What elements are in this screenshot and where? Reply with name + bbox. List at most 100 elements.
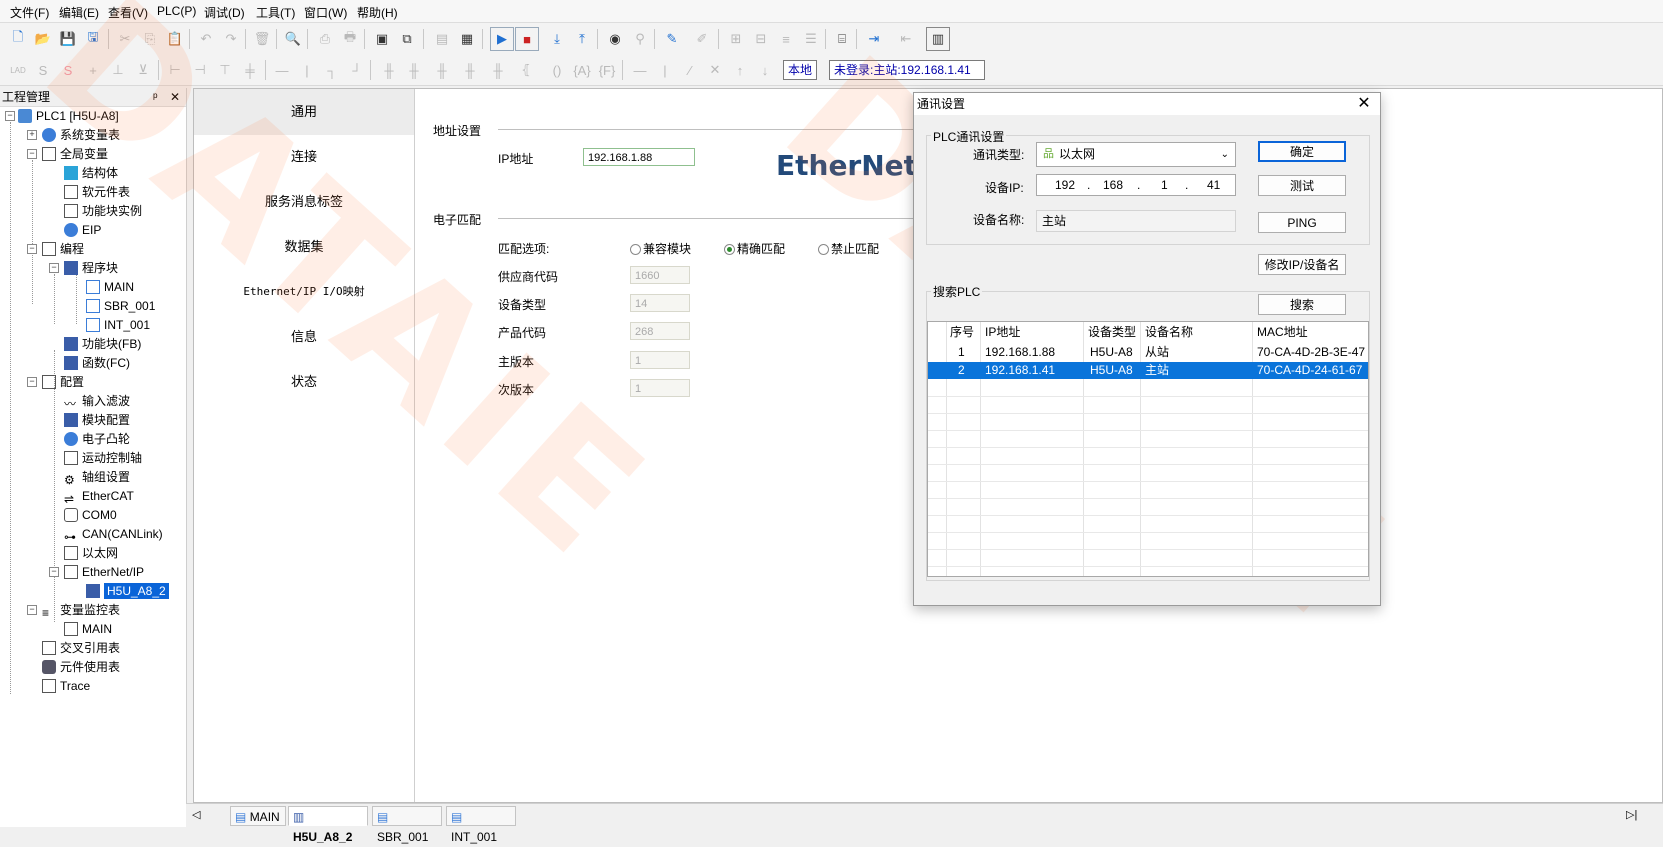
print-preview-icon[interactable]: ⎙	[313, 27, 337, 51]
tree-crossref[interactable]: 交叉引用表	[42, 639, 120, 658]
logout-icon[interactable]: ⇤	[894, 27, 918, 51]
search-button[interactable]: 搜索	[1258, 294, 1346, 315]
coil2-icon[interactable]: ()	[545, 58, 569, 82]
devtype-input[interactable]: 14	[630, 294, 690, 312]
menu-edit[interactable]: 编辑(E)	[59, 4, 99, 21]
compile-all-icon[interactable]: ▦	[455, 27, 479, 51]
coil-icon[interactable]: ⦃	[514, 58, 538, 82]
down-icon[interactable]: ↓	[753, 58, 777, 82]
stop-icon[interactable]: ■	[515, 27, 539, 51]
delete-cross-icon[interactable]: ✕	[703, 58, 727, 82]
tab-h5u[interactable]: ▥ H5U_A8_2	[288, 806, 368, 844]
radio-exact[interactable]: 精确匹配	[724, 240, 785, 257]
col-device-name[interactable]: 设备名称	[1145, 322, 1193, 343]
window-switch-icon[interactable]: ⧉	[395, 27, 419, 51]
nav-dataset[interactable]: 数据集	[194, 224, 414, 270]
print-icon[interactable]: 🖶	[338, 27, 362, 51]
expand-progblock[interactable]: −	[49, 263, 59, 273]
tree-fbinst[interactable]: 功能块实例	[64, 202, 142, 221]
open-icon[interactable]: 📂	[31, 27, 55, 51]
test-icon[interactable]: ⌸	[830, 27, 854, 51]
comm-type-select[interactable]: 品 以太网 ⌄	[1036, 142, 1236, 167]
monitor-icon[interactable]: ◉	[603, 27, 627, 51]
contact-p-icon[interactable]: ╫	[430, 58, 454, 82]
func-icon[interactable]: {A}	[570, 58, 594, 82]
tree-sysvar[interactable]: 系统变量表	[42, 126, 120, 145]
tree-varmon-main[interactable]: MAIN	[64, 620, 112, 639]
force-icon[interactable]: ⚲	[628, 27, 652, 51]
vline-icon[interactable]: |	[295, 58, 319, 82]
tab-scroll-left-icon[interactable]: ◁	[192, 808, 200, 821]
col-index[interactable]: 序号	[950, 322, 974, 343]
col-ip[interactable]: IP地址	[985, 322, 1020, 343]
tree-progblock[interactable]: 程序块	[64, 259, 118, 278]
search-icon[interactable]: 🔍	[281, 27, 305, 51]
tree-input-filter[interactable]: 〰输入滤波	[64, 392, 130, 411]
tree-h5u[interactable]: H5U_A8_2	[86, 582, 169, 601]
hline-icon[interactable]: —	[270, 58, 294, 82]
tree-elemuse[interactable]: 元件使用表	[42, 658, 120, 677]
tab-scroll-right-icon[interactable]: ▷|	[1626, 808, 1637, 821]
contact-nc-icon[interactable]: ╫	[402, 58, 426, 82]
tree-main[interactable]: MAIN	[86, 278, 134, 297]
vline2-icon[interactable]: |	[653, 58, 677, 82]
ladder-tool4-icon[interactable]: ☰	[799, 27, 823, 51]
radio-compatible[interactable]: 兼容模块	[630, 240, 691, 257]
tree-ecam[interactable]: 电子凸轮	[64, 430, 130, 449]
tree-fb[interactable]: 功能块(FB)	[64, 335, 141, 354]
expand-plc[interactable]: −	[5, 111, 15, 121]
tree-config[interactable]: 配置	[42, 373, 84, 392]
contact-inv-icon[interactable]: ╫	[486, 58, 510, 82]
tree-eip[interactable]: EIP	[64, 221, 101, 240]
col-mac[interactable]: MAC地址	[1257, 322, 1308, 343]
ok-button[interactable]: 确定	[1258, 141, 1346, 162]
local-indicator[interactable]: 本地	[783, 60, 818, 80]
tree-ethercat[interactable]: ⇌ EtherCAT	[64, 487, 134, 506]
nav-general[interactable]: 通用	[194, 89, 414, 135]
branch2-icon[interactable]: ⊣	[188, 58, 212, 82]
sfc-icon[interactable]: S	[56, 58, 80, 82]
corner2-icon[interactable]: ┘	[345, 58, 369, 82]
tree-globalvar[interactable]: 全局变量	[42, 145, 108, 164]
expand-sysvar[interactable]: +	[27, 130, 37, 140]
il-icon[interactable]: S	[31, 58, 55, 82]
menu-file[interactable]: 文件(F)	[10, 4, 49, 21]
menu-plc[interactable]: PLC(P)	[157, 4, 196, 18]
download-icon[interactable]: ⤓	[545, 27, 569, 51]
corner1-icon[interactable]: ┐	[320, 58, 344, 82]
nav-status[interactable]: 状态	[194, 359, 414, 405]
tree-struct[interactable]: 结构体	[64, 164, 118, 183]
ladder-tool1-icon[interactable]: ⊞	[724, 27, 748, 51]
expand-program[interactable]: −	[27, 244, 37, 254]
ladder-tool3-icon[interactable]: ≡	[774, 27, 798, 51]
minor-input[interactable]: 1	[630, 379, 690, 397]
upload-icon[interactable]: ⤒	[570, 27, 594, 51]
tree-softelem[interactable]: 软元件表	[64, 183, 130, 202]
device-ip-input[interactable]: 192 . 168 . 1 . 41	[1036, 174, 1236, 196]
cross-icon[interactable]: +	[81, 58, 105, 82]
tree-varmon[interactable]: ≡ 变量监控表	[42, 601, 120, 620]
login-icon[interactable]: ⇥	[862, 27, 886, 51]
down-arrow2-icon[interactable]: ⊻	[131, 58, 155, 82]
undo-icon[interactable]: ↶	[194, 27, 218, 51]
compile-icon[interactable]: ▤	[430, 27, 454, 51]
branch3-icon[interactable]: ⊤	[213, 58, 237, 82]
nav-service-tags[interactable]: 服务消息标签	[194, 179, 414, 225]
tab-main[interactable]: ▤ MAIN	[230, 806, 286, 826]
device-name-input[interactable]: 主站	[1036, 210, 1236, 232]
nav-io-mapping[interactable]: Ethernet/IP I/O映射	[194, 269, 414, 315]
run-icon[interactable]: ▶	[490, 27, 514, 51]
nav-connection[interactable]: 连接	[194, 134, 414, 180]
table-row[interactable]: 1 192.168.1.88 H5U-A8 从站 70-CA-4D-2B-3E-…	[928, 344, 1368, 361]
contact-no-icon[interactable]: ╫	[377, 58, 401, 82]
paste-icon[interactable]: 📋	[163, 27, 187, 51]
expand-ethernetip[interactable]: −	[49, 567, 59, 577]
down-arrow-icon[interactable]: ⊥	[106, 58, 130, 82]
col-device-type[interactable]: 设备类型	[1088, 322, 1136, 343]
online-edit-icon[interactable]: ✎	[660, 27, 684, 51]
delete-icon[interactable]: 🗑	[250, 27, 274, 51]
lad-icon[interactable]: LAD	[6, 58, 30, 82]
expand-config[interactable]: −	[27, 377, 37, 387]
new-icon[interactable]: 🗋	[6, 27, 30, 51]
tree-plc[interactable]: PLC1 [H5U-A8]	[18, 107, 119, 126]
